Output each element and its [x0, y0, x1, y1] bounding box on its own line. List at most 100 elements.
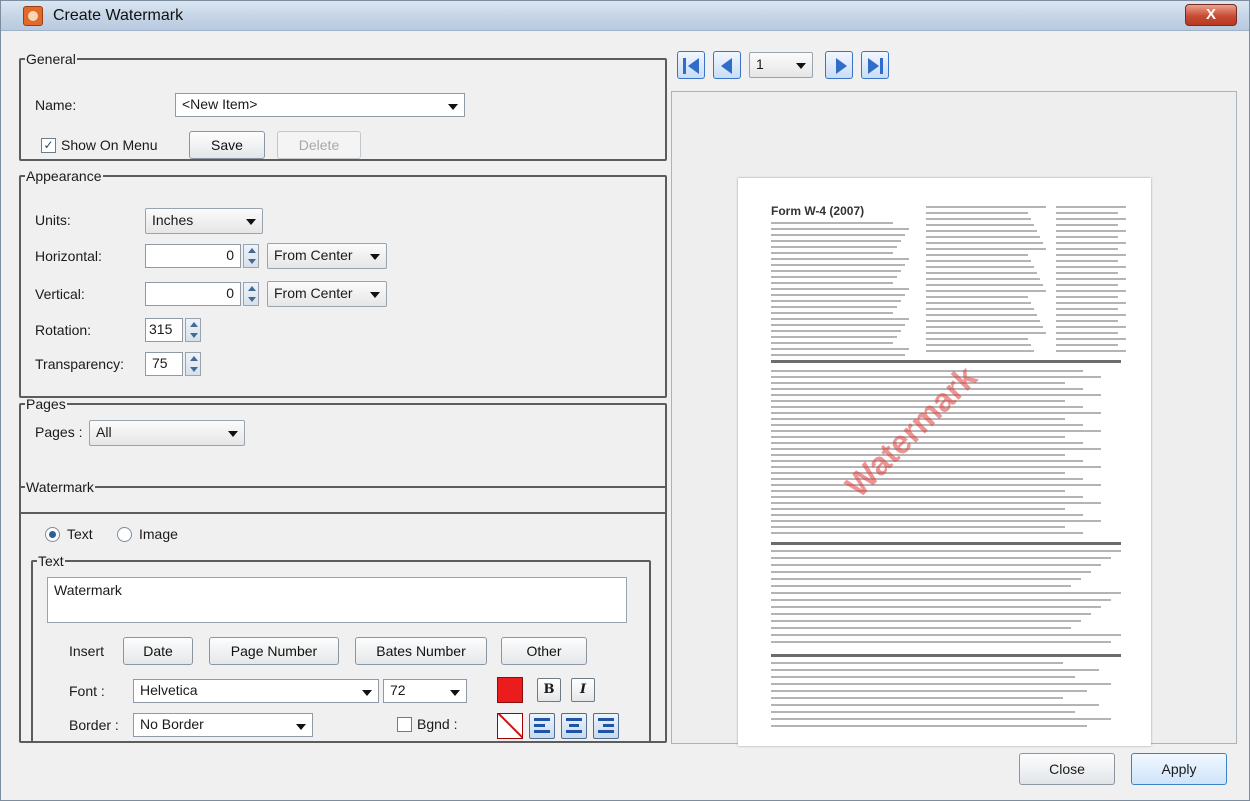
italic-button[interactable]: I [571, 678, 595, 702]
preview-panel: 1 Form W-4 (2007) Watermark [671, 43, 1237, 746]
transparency-input[interactable]: 75 [145, 352, 183, 376]
border-value: No Border [140, 716, 204, 732]
vertical-spinner[interactable] [243, 282, 259, 306]
doc-line [1056, 212, 1118, 214]
doc-line [771, 641, 1111, 643]
window-close-button[interactable]: X [1185, 4, 1237, 26]
background-checkbox[interactable] [397, 717, 412, 732]
align-center-icon[interactable] [561, 713, 587, 739]
background-label: Bgnd : [417, 716, 458, 732]
watermark-text-input[interactable]: Watermark [47, 577, 627, 623]
border-color-swatch[interactable] [497, 713, 523, 739]
save-button[interactable]: Save [189, 131, 265, 159]
apply-button[interactable]: Apply [1131, 753, 1227, 785]
vertical-label: Vertical: [35, 286, 85, 302]
show-on-menu-label: Show On Menu [61, 137, 158, 153]
vertical-input[interactable]: 0 [145, 282, 241, 306]
horizontal-input[interactable]: 0 [145, 244, 241, 268]
doc-line [926, 236, 1040, 238]
doc-line [926, 212, 1028, 214]
doc-line [771, 526, 1065, 528]
delete-button[interactable]: Delete [277, 131, 361, 159]
general-group: General Name: <New Item> ✓ Show On Menu … [19, 51, 667, 161]
page-number-value: 1 [756, 56, 764, 72]
units-select[interactable]: Inches [145, 208, 263, 234]
insert-bates-number-button[interactable]: Bates Number [355, 637, 487, 665]
border-select[interactable]: No Border [133, 713, 313, 737]
align-left-icon[interactable] [529, 713, 555, 739]
doc-line [771, 222, 893, 224]
doc-line [1056, 230, 1126, 232]
insert-date-button[interactable]: Date [123, 637, 193, 665]
window-title: Create Watermark [53, 7, 184, 24]
font-select[interactable]: Helvetica [133, 679, 379, 703]
next-page-icon[interactable] [825, 51, 853, 79]
horizontal-spinner[interactable] [243, 244, 259, 268]
doc-line [771, 448, 1101, 450]
first-page-icon[interactable] [677, 51, 705, 79]
doc-line [771, 690, 1087, 692]
close-button[interactable]: Close [1019, 753, 1115, 785]
font-color-swatch[interactable] [497, 677, 523, 703]
doc-line [771, 382, 1065, 384]
image-radio[interactable] [117, 527, 132, 542]
name-combo[interactable]: <New Item> [175, 93, 465, 117]
rotation-input[interactable]: 315 [145, 318, 183, 342]
font-value: Helvetica [140, 682, 198, 698]
insert-page-number-button[interactable]: Page Number [209, 637, 339, 665]
doc-line [771, 348, 909, 350]
doc-line [771, 599, 1111, 601]
doc-line [771, 676, 1075, 678]
insert-other-button[interactable]: Other [501, 637, 587, 665]
name-label: Name: [35, 97, 77, 113]
transparency-spinner[interactable] [185, 352, 201, 376]
previous-page-icon[interactable] [713, 51, 741, 79]
doc-line [771, 264, 905, 266]
doc-line [926, 254, 1028, 256]
doc-line [926, 302, 1031, 304]
doc-line [771, 669, 1099, 671]
bold-button[interactable]: B [537, 678, 561, 702]
chevron-down-icon [450, 690, 460, 696]
doc-line [771, 532, 1083, 534]
doc-line [771, 578, 1081, 580]
doc-line [1056, 248, 1118, 250]
doc-line [771, 454, 1065, 456]
text-radio[interactable] [45, 527, 60, 542]
appearance-legend: Appearance [26, 168, 102, 184]
horizontal-label: Horizontal: [35, 248, 102, 264]
doc-line [771, 613, 1091, 615]
watermark-group: Watermark Text Image Text Watermark Inse… [19, 479, 667, 743]
doc-line [771, 550, 1121, 552]
font-size-value: 72 [390, 682, 406, 698]
doc-line [771, 246, 897, 248]
title-bar: Create Watermark X [1, 1, 1249, 31]
text-group-legend: Text [38, 553, 64, 569]
vertical-anchor-select[interactable]: From Center [267, 281, 387, 307]
doc-line [1056, 320, 1118, 322]
doc-line [771, 318, 909, 320]
doc-line [771, 484, 1101, 486]
doc-line [926, 248, 1046, 250]
doc-line [771, 252, 893, 254]
doc-line [771, 697, 1063, 699]
horizontal-anchor-select[interactable]: From Center [267, 243, 387, 269]
doc-line [1056, 302, 1126, 304]
doc-line [771, 472, 1065, 474]
align-right-icon[interactable] [593, 713, 619, 739]
show-on-menu-checkbox[interactable]: ✓ [41, 138, 56, 153]
doc-line [926, 266, 1034, 268]
font-size-select[interactable]: 72 [383, 679, 467, 703]
font-label: Font : [69, 683, 105, 699]
page-preview-area: Form W-4 (2007) Watermark [671, 91, 1237, 746]
page-number-select[interactable]: 1 [749, 52, 813, 78]
rotation-spinner[interactable] [185, 318, 201, 342]
pages-legend: Pages [26, 396, 66, 412]
pages-select[interactable]: All [89, 420, 245, 446]
chevron-down-icon [228, 431, 238, 437]
image-radio-label: Image [139, 526, 178, 542]
last-page-icon[interactable] [861, 51, 889, 79]
doc-line [926, 206, 1046, 208]
doc-line [1056, 296, 1118, 298]
doc-line [771, 542, 1121, 545]
